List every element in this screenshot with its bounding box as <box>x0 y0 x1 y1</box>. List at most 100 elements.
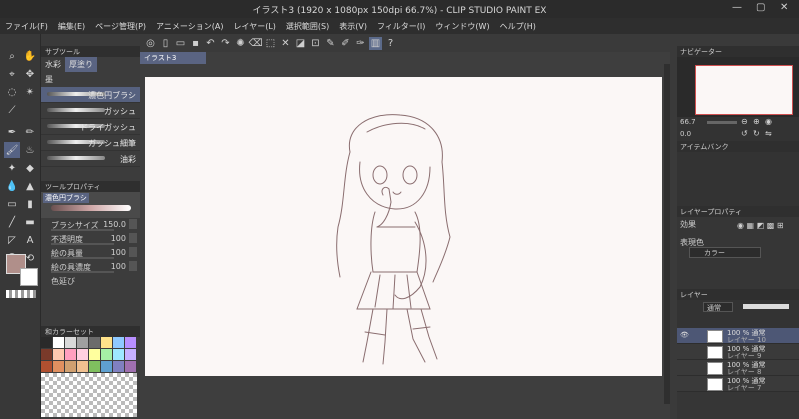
vertical-scrollbar[interactable] <box>664 64 670 404</box>
zoom-slider[interactable] <box>707 121 737 124</box>
brush-item[interactable]: 濃色円ブラシ <box>41 87 140 103</box>
color-swatch[interactable] <box>41 349 52 360</box>
layer-row[interactable]: 👁 100 % 通常 レイヤー 10 <box>677 328 799 344</box>
menu-file[interactable]: ファイル(F) <box>0 21 53 32</box>
layer-row[interactable]: 100 % 通常 レイヤー 9 <box>677 344 799 360</box>
prop-slider[interactable] <box>51 271 114 273</box>
navigator-preview[interactable] <box>677 57 799 117</box>
help-icon[interactable]: ? <box>384 37 397 50</box>
save-icon[interactable]: ▪ <box>189 37 202 50</box>
color-swatch[interactable] <box>101 361 112 372</box>
color-swatch[interactable] <box>89 361 100 372</box>
zoom-value[interactable]: 66.7 <box>680 118 696 126</box>
prop-dropdown-button[interactable] <box>129 219 137 229</box>
layer-row[interactable]: 100 % 通常 レイヤー 8 <box>677 360 799 376</box>
gradient-icon[interactable]: ▭ <box>4 196 20 212</box>
app-icon[interactable]: ◎ <box>144 37 157 50</box>
magic-wand-icon[interactable]: ✴ <box>22 84 38 100</box>
prop-slider[interactable] <box>51 257 114 259</box>
rotate-right-icon[interactable]: ↻ <box>753 129 760 138</box>
color-swatch[interactable] <box>125 337 136 348</box>
figure-icon[interactable]: ▮ <box>22 196 38 212</box>
fit-icon[interactable]: ◉ <box>765 117 772 126</box>
line-icon[interactable]: ╱ <box>4 214 20 230</box>
color-swatch[interactable] <box>125 349 136 360</box>
color-swatch[interactable] <box>65 349 76 360</box>
brush-item[interactable]: 油彩 <box>41 151 140 167</box>
prop-paint-amount[interactable]: 絵の具量 100 <box>41 246 140 260</box>
hand-tool-icon[interactable]: ✋ <box>22 48 38 64</box>
blend-icon[interactable]: 💧 <box>4 178 20 194</box>
menu-layer[interactable]: レイヤー(L) <box>228 21 280 32</box>
prop-dropdown-button[interactable] <box>129 261 137 271</box>
object-tool-icon[interactable]: ⌖ <box>4 66 20 82</box>
fill-tool-icon[interactable]: ▲ <box>22 178 38 194</box>
prop-paint-density[interactable]: 絵の具濃度 100 <box>41 260 140 274</box>
pencil-tool-icon[interactable]: ✏ <box>22 124 38 140</box>
eye-icon[interactable]: 👁 <box>680 331 689 339</box>
layer-row[interactable]: 100 % 通常 レイヤー 7 <box>677 376 799 392</box>
menu-selection[interactable]: 選択範囲(S) <box>281 21 334 32</box>
zoom-in-icon[interactable]: ⊕ <box>753 117 760 126</box>
pen3-icon[interactable]: ✑ <box>354 37 367 50</box>
menu-help[interactable]: ヘルプ(H) <box>495 21 541 32</box>
tab-thick-paint[interactable]: 厚塗り <box>65 57 97 72</box>
color-mode-select[interactable]: カラー <box>689 247 761 258</box>
text-tool-icon[interactable]: A <box>22 232 38 248</box>
ruler-icon[interactable]: ▬ <box>22 214 38 230</box>
transform-icon[interactable]: ⬚ <box>264 37 277 50</box>
prop-brush-size[interactable]: ブラシサイズ 150.0 <box>41 218 140 232</box>
prop-slider[interactable] <box>51 243 114 245</box>
color-swatch[interactable] <box>77 337 88 348</box>
color-swatch[interactable] <box>41 337 52 348</box>
pen-icon[interactable]: ✎ <box>324 37 337 50</box>
menu-view[interactable]: 表示(V) <box>334 21 372 32</box>
prop-color-stretch[interactable]: 色延び <box>41 274 140 288</box>
redo-icon[interactable]: ↷ <box>219 37 232 50</box>
pen2-icon[interactable]: ✐ <box>339 37 352 50</box>
spinner-icon[interactable]: ✺ <box>234 37 247 50</box>
effect-icons[interactable]: ◉ ▦ ◩ ▩ ⊞ <box>737 221 784 230</box>
transparent-swatch[interactable] <box>6 290 36 298</box>
zoom-tool-icon[interactable]: ⌕ <box>4 48 20 64</box>
color-swatch[interactable] <box>113 349 124 360</box>
color-swatch[interactable] <box>41 361 52 372</box>
sub-color-swatch[interactable] <box>20 268 38 286</box>
frame-icon[interactable]: ◸ <box>4 232 20 248</box>
scale-icon[interactable]: ⊡ <box>309 37 322 50</box>
move-tool-icon[interactable]: ✥ <box>22 66 38 82</box>
color-swatch[interactable] <box>89 337 100 348</box>
deselect-icon[interactable]: ✕ <box>279 37 292 50</box>
color-swatch[interactable] <box>101 349 112 360</box>
color-swatch[interactable] <box>77 361 88 372</box>
opacity-slider[interactable] <box>743 304 789 309</box>
menu-filter[interactable]: フィルター(I) <box>372 21 430 32</box>
color-swatch[interactable] <box>65 361 76 372</box>
eraser-icon[interactable]: ◆ <box>22 160 38 176</box>
angle-value[interactable]: 0.0 <box>680 130 691 138</box>
color-swatch[interactable] <box>113 337 124 348</box>
menu-window[interactable]: ウィンドウ(W) <box>430 21 494 32</box>
undo-icon[interactable]: ↶ <box>204 37 217 50</box>
color-swatch[interactable] <box>101 337 112 348</box>
drawing-canvas[interactable] <box>145 77 662 376</box>
brush-item[interactable]: ガッシュ細筆 <box>41 135 140 151</box>
color-swatch[interactable] <box>77 349 88 360</box>
menu-edit[interactable]: 編集(E) <box>53 21 90 32</box>
tab-watercolor[interactable]: 水彩 <box>41 57 65 72</box>
prop-dropdown-button[interactable] <box>129 233 137 243</box>
open-file-icon[interactable]: ▭ <box>174 37 187 50</box>
eyedropper-icon[interactable]: ⟋ <box>4 102 20 118</box>
lasso-tool-icon[interactable]: ◌ <box>4 84 20 100</box>
brush-item[interactable]: ドライガッシュ <box>41 119 140 135</box>
minimize-button[interactable]: — <box>732 2 742 13</box>
color-swatch[interactable] <box>125 361 136 372</box>
flip-icon[interactable]: ⇋ <box>765 129 772 138</box>
brush-tool-icon[interactable]: 🖌 <box>4 142 20 158</box>
document-tab[interactable]: イラスト3 <box>140 52 206 64</box>
color-swatch[interactable] <box>53 349 64 360</box>
fill-icon[interactable]: ◪ <box>294 37 307 50</box>
rotate-left-icon[interactable]: ↺ <box>741 129 748 138</box>
decoration-icon[interactable]: ✦ <box>4 160 20 176</box>
blend-mode-select[interactable]: 通常 <box>703 302 733 312</box>
